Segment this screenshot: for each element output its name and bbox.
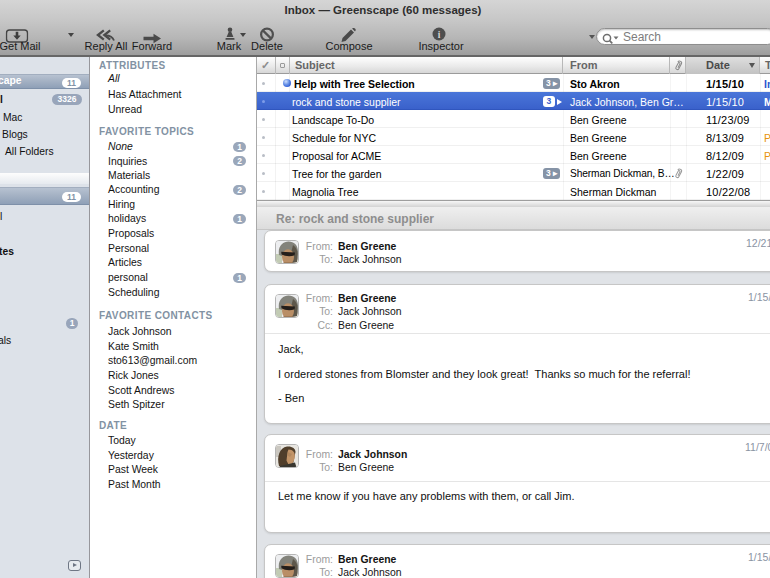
svg-text:i: i [438,30,441,40]
